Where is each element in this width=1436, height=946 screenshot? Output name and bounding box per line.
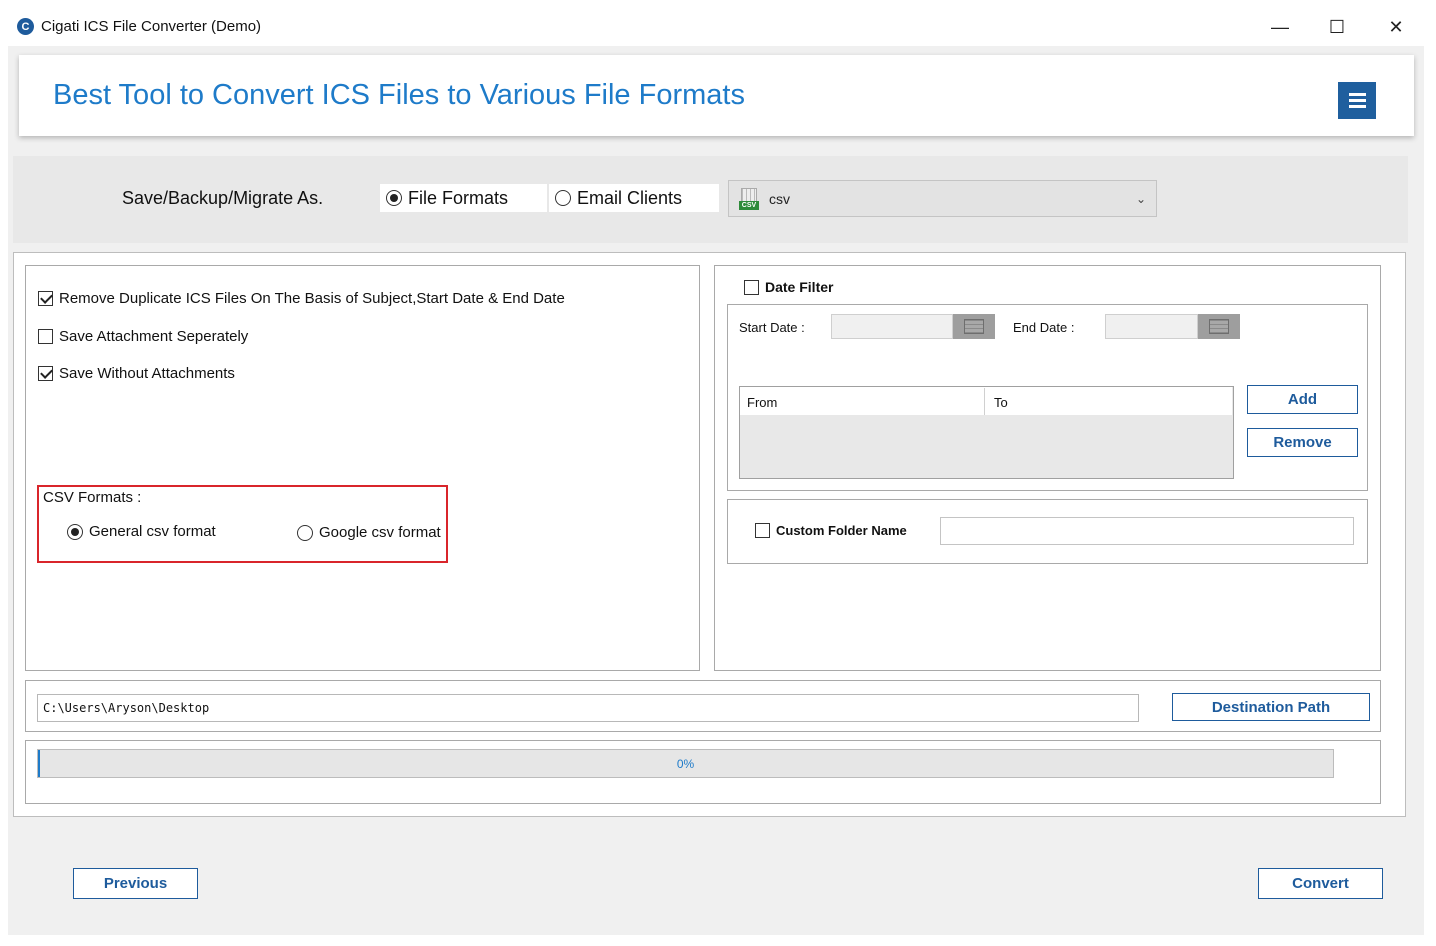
file-formats-label: File Formats	[408, 187, 509, 208]
radio-unselected-icon	[555, 190, 571, 206]
save-without-attachments-label: Save Without Attachments	[59, 365, 235, 382]
radio-selected-icon	[386, 190, 402, 206]
date-filter-label: Date Filter	[765, 279, 834, 295]
start-date-input[interactable]	[831, 314, 953, 339]
custom-folder-checkbox[interactable]: Custom Folder Name	[755, 523, 907, 538]
options-panel	[25, 265, 700, 671]
end-date-label: End Date :	[1013, 320, 1075, 335]
chevron-down-icon: ⌄	[1135, 192, 1146, 206]
end-date-input[interactable]	[1105, 314, 1198, 339]
column-header-to: To	[994, 395, 1008, 410]
date-filter-checkbox[interactable]: Date Filter	[744, 279, 833, 295]
calendar-icon[interactable]	[953, 314, 995, 339]
checkbox-checked-icon	[38, 366, 53, 381]
window-title: Cigati ICS File Converter (Demo)	[41, 18, 262, 35]
csv-file-icon: CSV	[739, 187, 759, 210]
save-as-label: Save/Backup/Migrate As.	[122, 188, 324, 208]
custom-folder-input[interactable]	[940, 517, 1354, 545]
remove-button[interactable]: Remove	[1247, 428, 1358, 457]
column-header-from: From	[747, 395, 778, 410]
google-csv-label: Google csv format	[319, 524, 441, 541]
email-clients-radio[interactable]: Email Clients	[549, 184, 719, 212]
cigati-logo-icon: C	[17, 18, 34, 35]
checkbox-unchecked-icon	[744, 279, 759, 295]
custom-folder-label: Custom Folder Name	[776, 523, 907, 538]
progress-text: 0%	[676, 756, 695, 771]
close-button[interactable]: ✕	[1371, 10, 1421, 44]
radio-unselected-icon	[297, 524, 313, 541]
add-button[interactable]: Add	[1247, 385, 1358, 414]
radio-selected-icon	[67, 523, 83, 540]
csv-formats-label: CSV Formats :	[43, 489, 142, 506]
convert-button[interactable]: Convert	[1258, 868, 1383, 899]
hamburger-menu-icon[interactable]	[1338, 82, 1376, 119]
checkbox-unchecked-icon	[755, 523, 770, 538]
google-csv-radio[interactable]: Google csv format	[297, 524, 441, 541]
save-attachment-label: Save Attachment Seperately	[59, 328, 249, 345]
calendar-icon[interactable]	[1198, 314, 1240, 339]
destination-path-button[interactable]: Destination Path	[1172, 693, 1370, 721]
destination-path-input[interactable]: C:\Users\Aryson\Desktop	[37, 694, 1139, 722]
checkbox-unchecked-icon	[38, 329, 53, 344]
start-date-label: Start Date :	[739, 320, 805, 335]
save-without-attachments-checkbox[interactable]: Save Without Attachments	[38, 365, 235, 382]
general-csv-radio[interactable]: General csv format	[67, 523, 216, 540]
file-formats-radio[interactable]: File Formats	[380, 184, 547, 212]
format-select-value: csv	[769, 190, 790, 207]
page-title: Best Tool to Convert ICS Files to Variou…	[53, 79, 745, 111]
maximize-button[interactable]: ☐	[1312, 10, 1362, 44]
minimize-button[interactable]: —	[1255, 10, 1305, 44]
general-csv-label: General csv format	[89, 523, 216, 540]
checkbox-checked-icon	[38, 291, 53, 306]
email-clients-label: Email Clients	[577, 187, 683, 208]
remove-duplicate-checkbox[interactable]: Remove Duplicate ICS Files On The Basis …	[38, 290, 565, 307]
save-attachment-checkbox[interactable]: Save Attachment Seperately	[38, 328, 248, 345]
format-select[interactable]: CSV csv ⌄	[728, 180, 1157, 217]
previous-button[interactable]: Previous	[73, 868, 198, 899]
column-divider	[984, 388, 985, 415]
remove-duplicate-label: Remove Duplicate ICS Files On The Basis …	[59, 290, 565, 307]
date-range-list-header	[740, 387, 1232, 415]
